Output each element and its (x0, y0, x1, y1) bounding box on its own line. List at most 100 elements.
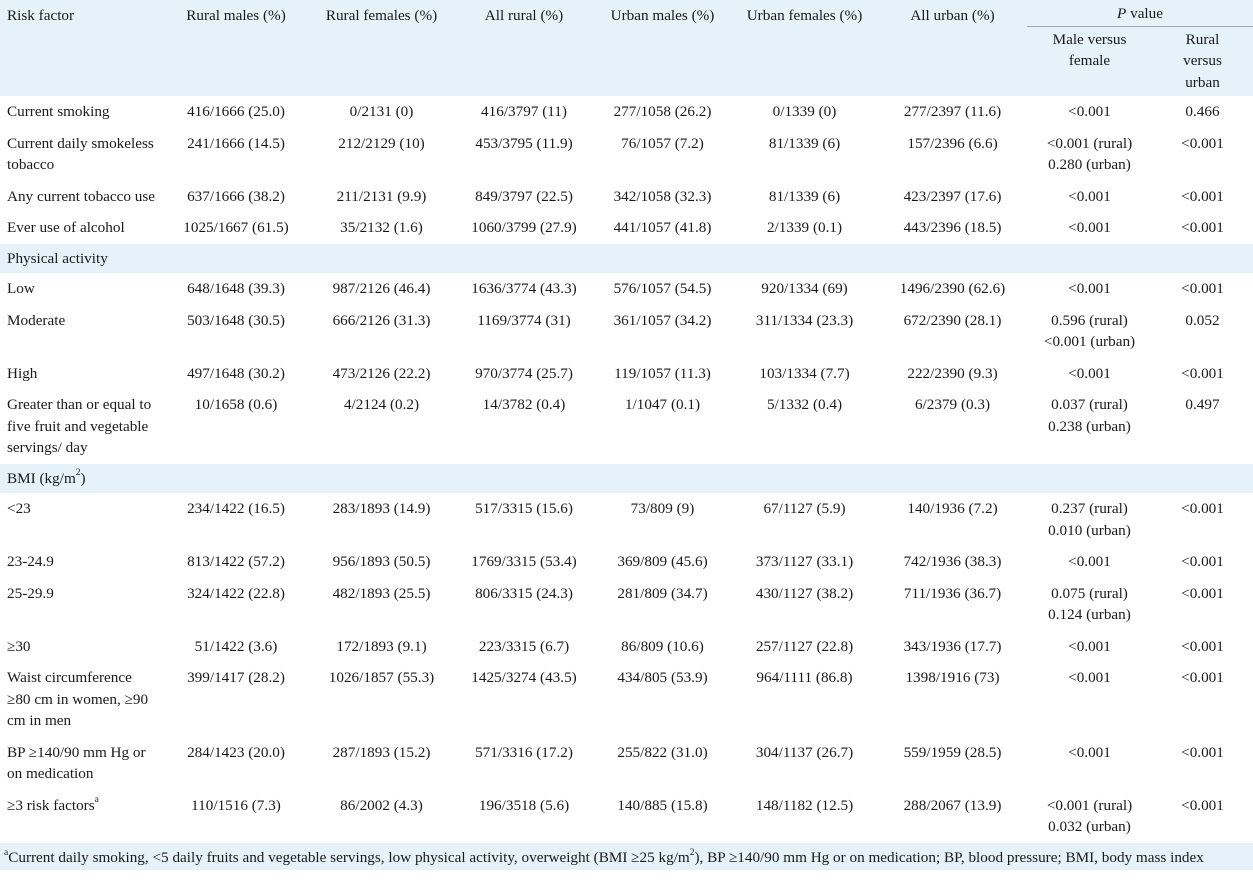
row-label: Low (7, 280, 35, 297)
cell-p-rural-vs-urban: <0.001 (1181, 500, 1224, 517)
risk-factor-table: Risk factor Rural males (%) Rural female… (0, 0, 1253, 843)
cell-p-rural-vs-urban: 0.052 (1185, 311, 1220, 329)
row-label: <23 (7, 500, 31, 517)
header-urban-males: Urban males (%) (594, 0, 731, 96)
cell-urban-females: 0/1339 (0) (772, 103, 837, 120)
cell-rural-females: 4/2124 (0.2) (343, 396, 420, 413)
table-row: Moderate 503/1648 (30.5) 666/2126 (31.3) 11… (0, 305, 1253, 358)
row-label-text: ≥3 risk factors (7, 796, 95, 814)
table-row: 25-29.9 324/1422 (22.8) 482/1893 (25.5) 806… (0, 578, 1253, 631)
cell-urban-females: 964/1111 (86.8) (756, 669, 853, 686)
cell-p-rural-vs-urban: <0.001 (1181, 219, 1224, 236)
table-footnote: aCurrent daily smoking, <5 daily fruits … (0, 842, 1253, 870)
cell-urban-females: 2/1339 (0.1) (766, 219, 843, 236)
cell-urban-males: 255/822 (31.0) (617, 743, 708, 761)
cell-all-rural: 571/3316 (17.2) (475, 743, 573, 761)
row-label: BP ≥140/90 mm Hg or on medication (7, 743, 146, 783)
cell-rural-males: 110/1516 (7.3) (191, 796, 281, 814)
cell-p-rural-vs-urban: <0.001 (1181, 553, 1224, 570)
row-label: Any current tobacco use (7, 187, 156, 205)
cell-urban-males: 119/1057 (11.3) (614, 364, 711, 382)
row-label: Waist circumference ≥80 cm in women, ≥90… (7, 669, 149, 729)
cell-p-rural-vs-urban: <0.001 (1181, 134, 1224, 152)
p-value-symbol: P (1117, 5, 1127, 22)
cell-rural-males: 234/1422 (16.5) (187, 500, 285, 517)
cell-urban-females: 257/1127 (22.8) (755, 637, 854, 655)
cell-rural-females: 666/2126 (31.3) (332, 311, 431, 329)
row-label: 23-24.9 (7, 553, 54, 570)
cell-all-rural: 1769/3315 (53.4) (471, 553, 577, 570)
cell-urban-females: 920/1334 (69) (761, 280, 848, 297)
cell-rural-females: 482/1893 (25.5) (332, 584, 431, 602)
row-label: Current daily smokeless tobacco (7, 134, 154, 174)
cell-p-male-vs-female: 0.075 (rural) 0.124 (urban) (1048, 584, 1131, 624)
cell-rural-females: 287/1893 (15.2) (332, 743, 431, 761)
cell-all-urban: 672/2390 (28.1) (903, 311, 1002, 329)
cell-p-rural-vs-urban: <0.001 (1181, 796, 1224, 814)
cell-all-urban: 443/2396 (18.5) (903, 219, 1002, 236)
cell-urban-males: 369/809 (45.6) (617, 553, 708, 570)
cell-urban-females: 81/1339 (6) (768, 134, 841, 152)
cell-all-urban: 140/1936 (7.2) (907, 500, 998, 517)
cell-p-male-vs-female: <0.001 (1068, 280, 1111, 297)
cell-p-rural-vs-urban: <0.001 (1181, 669, 1224, 686)
cell-urban-females: 67/1127 (5.9) (763, 500, 846, 517)
table-row: Greater than or equal to five fruit and … (0, 389, 1253, 464)
table-row: ≥30 51/1422 (3.6) 172/1893 (9.1) 223/3315 (… (0, 631, 1253, 663)
cell-p-male-vs-female: 0.237 (rural) 0.010 (urban) (1048, 500, 1131, 539)
cell-rural-males: 324/1422 (22.8) (187, 584, 285, 602)
row-label: ≥30 (7, 637, 31, 655)
header-urban-females: Urban females (%) (731, 0, 878, 96)
cell-rural-females: 212/2129 (10) (338, 134, 425, 152)
header-all-rural: All rural (%) (454, 0, 594, 96)
cell-rural-males: 813/1422 (57.2) (187, 553, 285, 570)
cell-all-rural: 970/3774 (25.7) (475, 364, 573, 382)
cell-all-rural: 1060/3799 (27.9) (471, 219, 577, 236)
cell-all-rural: 416/3797 (11) (481, 103, 567, 120)
p-value-label: value (1126, 5, 1163, 22)
row-label: Moderate (7, 311, 66, 329)
cell-rural-males: 637/1666 (38.2) (187, 187, 285, 205)
cell-all-urban: 1496/2390 (62.6) (899, 280, 1006, 297)
cell-urban-males: 361/1057 (34.2) (613, 311, 712, 329)
cell-rural-females: 473/2126 (22.2) (332, 364, 431, 382)
row-label: Greater than or equal to five fruit and … (7, 396, 152, 456)
cell-p-rural-vs-urban: <0.001 (1181, 280, 1224, 297)
cell-rural-males: 416/1666 (25.0) (187, 103, 285, 120)
cell-p-rural-vs-urban: <0.001 (1181, 743, 1224, 761)
cell-p-male-vs-female: <0.001 (1068, 743, 1111, 761)
table-row: <23 234/1422 (16.5) 283/1893 (14.9) 517/331… (0, 493, 1253, 546)
cell-rural-males: 399/1417 (28.2) (187, 669, 285, 686)
header-all-urban: All urban (%) (878, 0, 1027, 96)
cell-urban-males: 277/1058 (26.2) (613, 103, 712, 120)
cell-p-rural-vs-urban: 0.497 (1185, 396, 1220, 413)
table-row: Low 648/1648 (39.3) 987/2126 (46.4) 1636/37… (0, 273, 1253, 305)
cell-urban-males: 441/1057 (41.8) (613, 219, 712, 236)
header-rural-vs-urban: Rural versus urban (1152, 26, 1253, 96)
cell-rural-males: 648/1648 (39.3) (187, 280, 285, 297)
cell-all-urban: 222/2390 (9.3) (907, 364, 998, 382)
bmi-heading-text: BMI (kg/m (7, 469, 76, 487)
cell-all-urban: 423/2397 (17.6) (903, 187, 1002, 205)
cell-urban-females: 103/1334 (7.7) (759, 364, 850, 382)
row-label: Current smoking (7, 103, 110, 120)
cell-p-rural-vs-urban: 0.466 (1185, 103, 1220, 120)
cell-p-male-vs-female: <0.001 (1068, 669, 1111, 686)
cell-rural-females: 283/1893 (14.9) (332, 500, 431, 517)
section-heading: BMI (kg/m2) (0, 463, 1253, 493)
cell-p-rural-vs-urban: <0.001 (1181, 364, 1224, 382)
footnote-text-2: ), BP ≥140/90 mm Hg or on medication; BP… (694, 848, 1204, 866)
row-label: Ever use of alcohol (7, 219, 125, 236)
cell-urban-males: 86/809 (10.6) (621, 637, 704, 655)
cell-rural-females: 0/2131 (0) (349, 103, 414, 120)
cell-all-urban: 1398/1916 (73) (905, 669, 1000, 686)
section-bmi: BMI (kg/m2) (0, 463, 1253, 493)
cell-all-urban: 343/1936 (17.7) (903, 637, 1002, 655)
cell-rural-females: 987/2126 (46.4) (332, 280, 431, 297)
cell-rural-males: 1025/1667 (61.5) (183, 219, 289, 236)
cell-all-urban: 288/2067 (13.9) (903, 796, 1002, 814)
table-row: 23-24.9 813/1422 (57.2) 956/1893 (50.5) 176… (0, 546, 1253, 578)
table-row: High 497/1648 (30.2) 473/2126 (22.2) 970/37… (0, 358, 1253, 390)
bmi-heading-suffix: ) (80, 469, 86, 487)
cell-all-rural: 14/3782 (0.4) (482, 396, 566, 413)
